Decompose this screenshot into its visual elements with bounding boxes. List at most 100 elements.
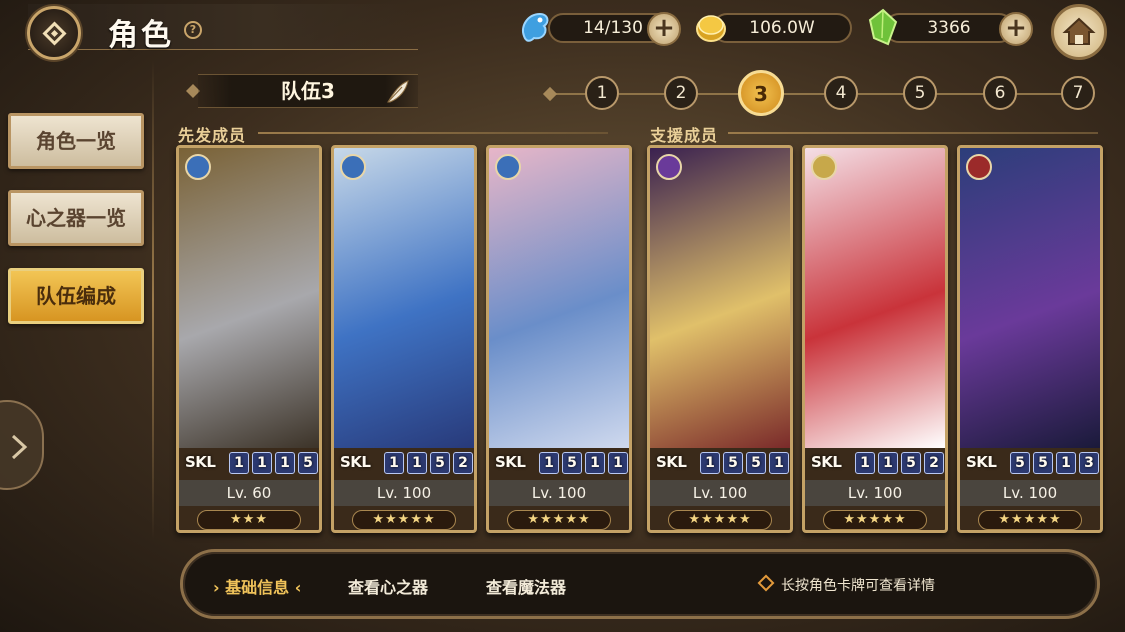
character-card[interactable]: SKL 1 5 1 1 Lv. 100 ★★★★★	[486, 145, 632, 533]
nav-divider	[152, 60, 154, 540]
element-dark-icon	[656, 154, 682, 180]
gem-counter: 3366	[884, 13, 1014, 43]
star-rating: ★★★★★	[507, 510, 611, 530]
gem-value: 3366	[927, 18, 971, 38]
team-tab-1[interactable]: 1	[585, 76, 619, 110]
character-card[interactable]: SKL 1 1 1 5 Lv. 60 ★★★	[176, 145, 322, 533]
nav-character-list[interactable]: 角色一览	[8, 113, 144, 169]
skill-levels: SKL 1 1 5 2	[809, 450, 944, 476]
skill-level-gem: 1	[878, 452, 898, 474]
tab-basic-info-label: 基础信息	[225, 578, 290, 597]
tab-magic-device[interactable]: 查看魔法器	[486, 574, 566, 598]
character-portrait	[650, 148, 790, 448]
menu-button[interactable]	[27, 6, 81, 60]
skill-levels: SKL 1 1 5 2	[338, 450, 473, 476]
element-water-icon	[495, 154, 521, 180]
team-track-dot	[542, 86, 558, 102]
support-members-rule	[728, 132, 1098, 134]
character-level: Lv. 60	[179, 480, 319, 506]
diamond-icon	[42, 21, 67, 46]
element-water-icon	[185, 154, 211, 180]
expand-side-button[interactable]	[0, 400, 44, 490]
skill-level-gem: 5	[723, 452, 743, 474]
star-rating: ★★★★★	[823, 510, 927, 530]
character-card[interactable]: SKL 1 5 5 1 Lv. 100 ★★★★★	[647, 145, 793, 533]
character-portrait	[179, 148, 319, 448]
character-card[interactable]: SKL 1 1 5 2 Lv. 100 ★★★★★	[331, 145, 477, 533]
skill-level-gem: 2	[924, 452, 944, 474]
star-rating: ★★★★★	[978, 510, 1082, 530]
skill-level-gem: 1	[407, 452, 427, 474]
main-members-rule	[258, 132, 608, 134]
skill-level-gem: 1	[700, 452, 720, 474]
skill-level-gem: 3	[1079, 452, 1099, 474]
bottom-info-bar	[180, 549, 1100, 619]
gold-coin-icon	[696, 15, 726, 42]
team-tab-2[interactable]: 2	[664, 76, 698, 110]
skill-label: SKL	[340, 453, 371, 471]
skill-level-gem: 2	[453, 452, 473, 474]
element-water-icon	[340, 154, 366, 180]
skill-level-gem: 1	[1056, 452, 1076, 474]
character-level: Lv. 100	[489, 480, 629, 506]
nav-heart-vessel-list[interactable]: 心之器一览	[8, 190, 144, 246]
team-tab-5[interactable]: 5	[903, 76, 937, 110]
stamina-value: 14/130	[583, 18, 643, 38]
character-level: Lv. 100	[805, 480, 945, 506]
character-portrait	[334, 148, 474, 448]
support-members-label: 支援成员	[650, 126, 719, 145]
nav-team-formation[interactable]: 队伍编成	[8, 268, 144, 324]
help-icon[interactable]: ?	[184, 21, 202, 39]
skill-level-gem: 5	[1033, 452, 1053, 474]
team-tab-6[interactable]: 6	[983, 76, 1017, 110]
skill-level-gem: 1	[229, 452, 249, 474]
character-level: Lv. 100	[960, 480, 1100, 506]
hint-text: 长按角色卡牌可查看详情	[781, 578, 935, 594]
home-icon	[1062, 17, 1096, 45]
skill-level-gem: 1	[855, 452, 875, 474]
element-fire-icon	[966, 154, 992, 180]
star-rating: ★★★	[197, 510, 301, 530]
feather-edit-icon[interactable]	[384, 78, 412, 106]
team-tab-4[interactable]: 4	[824, 76, 858, 110]
skill-level-gem: 1	[252, 452, 272, 474]
home-button[interactable]	[1051, 4, 1107, 60]
character-level: Lv. 100	[334, 480, 474, 506]
title-band	[28, 4, 418, 50]
green-crystal-icon	[868, 8, 898, 46]
skill-level-gem: 5	[430, 452, 450, 474]
star-rating: ★★★★★	[668, 510, 772, 530]
main-members-label: 先发成员	[178, 126, 247, 145]
skill-level-gem: 1	[539, 452, 559, 474]
page-title: 角色	[108, 18, 174, 53]
character-card[interactable]: SKL 5 5 1 3 Lv. 100 ★★★★★	[957, 145, 1103, 533]
tab-marker-right: ‹	[294, 578, 302, 597]
tab-heart-vessel[interactable]: 查看心之器	[348, 574, 428, 598]
team-name-label: 队伍3	[281, 79, 335, 103]
add-gem-button[interactable]: +	[999, 12, 1033, 46]
character-level: Lv. 100	[650, 480, 790, 506]
blue-fish-icon	[522, 12, 549, 42]
add-stamina-button[interactable]: +	[647, 12, 681, 46]
skill-level-gem: 1	[608, 452, 628, 474]
skill-level-gem: 5	[901, 452, 921, 474]
character-card[interactable]: SKL 1 1 5 2 Lv. 100 ★★★★★	[802, 145, 948, 533]
team-tab-7[interactable]: 7	[1061, 76, 1095, 110]
tab-marker-left: ›	[213, 578, 220, 597]
chevron-right-icon	[11, 434, 28, 460]
skill-label: SKL	[495, 453, 526, 471]
gold-counter: 106.0W	[712, 13, 852, 43]
gold-value: 106.0W	[749, 18, 815, 38]
top-bar: 角色 ? 14/130 + 106.0W 3366 +	[0, 0, 1125, 60]
star-rating: ★★★★★	[352, 510, 456, 530]
skill-levels: SKL 1 1 1 5	[183, 450, 318, 476]
skill-level-gem: 5	[1010, 452, 1030, 474]
element-light-icon	[811, 154, 837, 180]
team-tab-3[interactable]: 3	[738, 70, 784, 116]
skill-label: SKL	[185, 453, 216, 471]
character-portrait	[805, 148, 945, 448]
skill-level-gem: 5	[746, 452, 766, 474]
skill-levels: SKL 1 5 5 1	[654, 450, 789, 476]
skill-level-gem: 1	[384, 452, 404, 474]
tab-basic-info[interactable]: › 基础信息 ‹	[213, 574, 301, 598]
